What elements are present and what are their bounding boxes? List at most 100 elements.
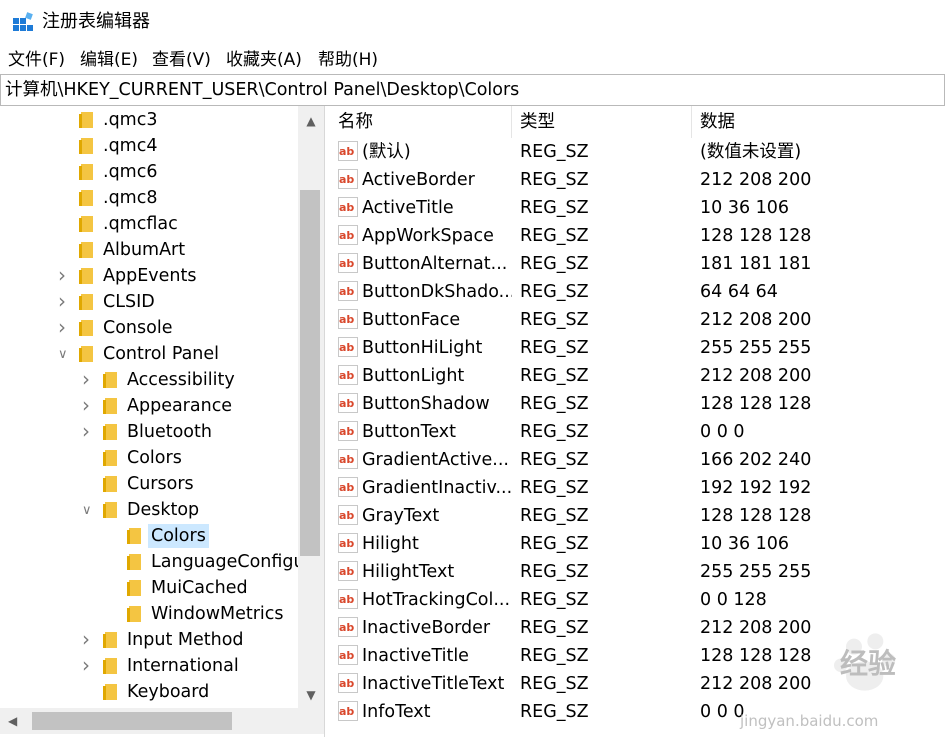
address-bar[interactable]: 计算机\HKEY_CURRENT_USER\Control Panel\Desk… bbox=[0, 74, 945, 106]
folder-icon bbox=[102, 683, 119, 701]
value-name: ActiveTitle bbox=[362, 198, 454, 218]
tree-node[interactable]: Keyboard bbox=[82, 679, 298, 705]
chevron-right-icon[interactable]: › bbox=[82, 627, 94, 651]
value-row[interactable]: ab (默认) REG_SZ (数值未设置) bbox=[330, 138, 945, 166]
tree-node[interactable]: › CLSID bbox=[58, 289, 298, 315]
string-value-icon: ab bbox=[338, 533, 358, 553]
folder-icon bbox=[102, 371, 119, 389]
svg-text:ab: ab bbox=[339, 397, 354, 410]
tree-node[interactable]: ∨ Control Panel bbox=[58, 341, 298, 367]
tree-node[interactable]: .qmc4 bbox=[58, 133, 298, 159]
chevron-right-icon[interactable]: › bbox=[58, 289, 70, 313]
value-row[interactable]: ab GrayText REG_SZ 128 128 128 bbox=[330, 502, 945, 530]
folder-icon bbox=[102, 475, 119, 493]
tree-node-label: Cursors bbox=[127, 474, 194, 494]
tree-scroll-thumb[interactable] bbox=[300, 190, 320, 556]
tree-node[interactable]: Colors bbox=[82, 445, 298, 471]
tree-node[interactable]: Cursors bbox=[82, 471, 298, 497]
tree-node[interactable]: › Bluetooth bbox=[82, 419, 298, 445]
tree-horizontal-scrollbar[interactable]: ◀ bbox=[0, 708, 298, 734]
value-data: 166 202 240 bbox=[700, 450, 812, 470]
scroll-up-icon[interactable]: ▲ bbox=[304, 114, 318, 128]
value-row[interactable]: ab HotTrackingCol... REG_SZ 0 0 128 bbox=[330, 586, 945, 614]
svg-text:ab: ab bbox=[339, 509, 354, 522]
tree-node[interactable]: WindowMetrics bbox=[106, 601, 298, 627]
tree-node[interactable]: › Accessibility bbox=[82, 367, 298, 393]
value-row[interactable]: ab ButtonLight REG_SZ 212 208 200 bbox=[330, 362, 945, 390]
tree-node-label: Control Panel bbox=[103, 344, 220, 364]
tree-node-label: CLSID bbox=[103, 292, 155, 312]
scroll-down-icon[interactable]: ▼ bbox=[304, 688, 318, 702]
value-type: REG_SZ bbox=[520, 422, 589, 442]
tree-hscroll-thumb[interactable] bbox=[32, 712, 232, 730]
chevron-down-icon[interactable]: ∨ bbox=[82, 503, 94, 518]
chevron-right-icon[interactable]: › bbox=[82, 367, 94, 391]
tree-node[interactable]: .qmc6 bbox=[58, 159, 298, 185]
tree-vertical-scrollbar[interactable]: ▲ ▼ bbox=[298, 106, 324, 708]
value-name: GradientActive... bbox=[362, 450, 509, 470]
value-type: REG_SZ bbox=[520, 702, 589, 722]
column-header-type[interactable]: 类型 bbox=[512, 106, 692, 138]
menu-help[interactable]: 帮助(H) bbox=[318, 48, 378, 72]
value-row[interactable]: ab GradientActive... REG_SZ 166 202 240 bbox=[330, 446, 945, 474]
value-row[interactable]: ab ButtonFace REG_SZ 212 208 200 bbox=[330, 306, 945, 334]
menu-edit[interactable]: 编辑(E) bbox=[80, 48, 138, 72]
value-data: 128 128 128 bbox=[700, 506, 812, 526]
tree-node[interactable]: .qmcflac bbox=[58, 211, 298, 237]
key-tree-pane[interactable]: .qmc3 .qmc4 .qmc6 .qmc8 .qmcflac AlbumArt › App… bbox=[0, 106, 325, 737]
value-type: REG_SZ bbox=[520, 534, 589, 554]
tree-node[interactable]: › Appearance bbox=[82, 393, 298, 419]
tree-node-label: AppEvents bbox=[103, 266, 197, 286]
tree-node-label: AlbumArt bbox=[103, 240, 186, 260]
chevron-right-icon[interactable]: › bbox=[58, 315, 70, 339]
tree-node-label: Keyboard bbox=[127, 682, 210, 702]
value-type: REG_SZ bbox=[520, 646, 589, 666]
tree-node[interactable]: › Input Method bbox=[82, 627, 298, 653]
menu-favorites[interactable]: 收藏夹(A) bbox=[226, 48, 302, 72]
value-row[interactable]: ab ActiveBorder REG_SZ 212 208 200 bbox=[330, 166, 945, 194]
tree-node[interactable]: › International bbox=[82, 653, 298, 679]
menu-file[interactable]: 文件(F) bbox=[8, 48, 65, 72]
value-row[interactable]: ab ActiveTitle REG_SZ 10 36 106 bbox=[330, 194, 945, 222]
tree-node[interactable]: Colors bbox=[106, 523, 298, 549]
folder-icon bbox=[102, 449, 119, 467]
tree-node[interactable]: .qmc8 bbox=[58, 185, 298, 211]
chevron-right-icon[interactable]: › bbox=[82, 419, 94, 443]
tree-node[interactable]: LanguageConfigu bbox=[106, 549, 305, 575]
value-name: ActiveBorder bbox=[362, 170, 475, 190]
value-row[interactable]: ab HilightText REG_SZ 255 255 255 bbox=[330, 558, 945, 586]
column-header-name[interactable]: 名称 bbox=[330, 106, 512, 138]
value-row[interactable]: ab ButtonText REG_SZ 0 0 0 bbox=[330, 418, 945, 446]
scroll-left-icon[interactable]: ◀ bbox=[8, 714, 22, 728]
tree-node[interactable]: MuiCached bbox=[106, 575, 298, 601]
value-name: ButtonHiLight bbox=[362, 338, 483, 358]
value-row[interactable]: ab ButtonShadow REG_SZ 128 128 128 bbox=[330, 390, 945, 418]
value-type: REG_SZ bbox=[520, 198, 589, 218]
value-name: ButtonShadow bbox=[362, 394, 490, 414]
tree-node-label: MuiCached bbox=[151, 578, 248, 598]
tree-node-label: Colors bbox=[148, 524, 209, 548]
string-value-icon: ab bbox=[338, 477, 358, 497]
folder-icon bbox=[126, 553, 143, 571]
chevron-down-icon[interactable]: ∨ bbox=[58, 347, 70, 362]
value-row[interactable]: ab AppWorkSpace REG_SZ 128 128 128 bbox=[330, 222, 945, 250]
address-path[interactable]: 计算机\HKEY_CURRENT_USER\Control Panel\Desk… bbox=[5, 78, 519, 102]
tree-node[interactable]: ∨ Desktop bbox=[82, 497, 298, 523]
tree-node[interactable]: .qmc3 bbox=[58, 107, 298, 133]
tree-node[interactable]: AlbumArt bbox=[58, 237, 298, 263]
menu-view[interactable]: 查看(V) bbox=[152, 48, 211, 72]
tree-node[interactable]: › AppEvents bbox=[58, 263, 298, 289]
value-row[interactable]: ab Hilight REG_SZ 10 36 106 bbox=[330, 530, 945, 558]
value-row[interactable]: ab ButtonAlternat... REG_SZ 181 181 181 bbox=[330, 250, 945, 278]
value-name: Hilight bbox=[362, 534, 419, 554]
chevron-right-icon[interactable]: › bbox=[58, 263, 70, 287]
string-value-icon: ab bbox=[338, 337, 358, 357]
value-row[interactable]: ab GradientInactiv... REG_SZ 192 192 192 bbox=[330, 474, 945, 502]
value-row[interactable]: ab ButtonDkShado... REG_SZ 64 64 64 bbox=[330, 278, 945, 306]
chevron-right-icon[interactable]: › bbox=[82, 653, 94, 677]
tree-node[interactable]: › Console bbox=[58, 315, 298, 341]
value-row[interactable]: ab ButtonHiLight REG_SZ 255 255 255 bbox=[330, 334, 945, 362]
chevron-right-icon[interactable]: › bbox=[82, 393, 94, 417]
column-header-data[interactable]: 数据 bbox=[692, 106, 945, 138]
string-value-icon: ab bbox=[338, 617, 358, 637]
